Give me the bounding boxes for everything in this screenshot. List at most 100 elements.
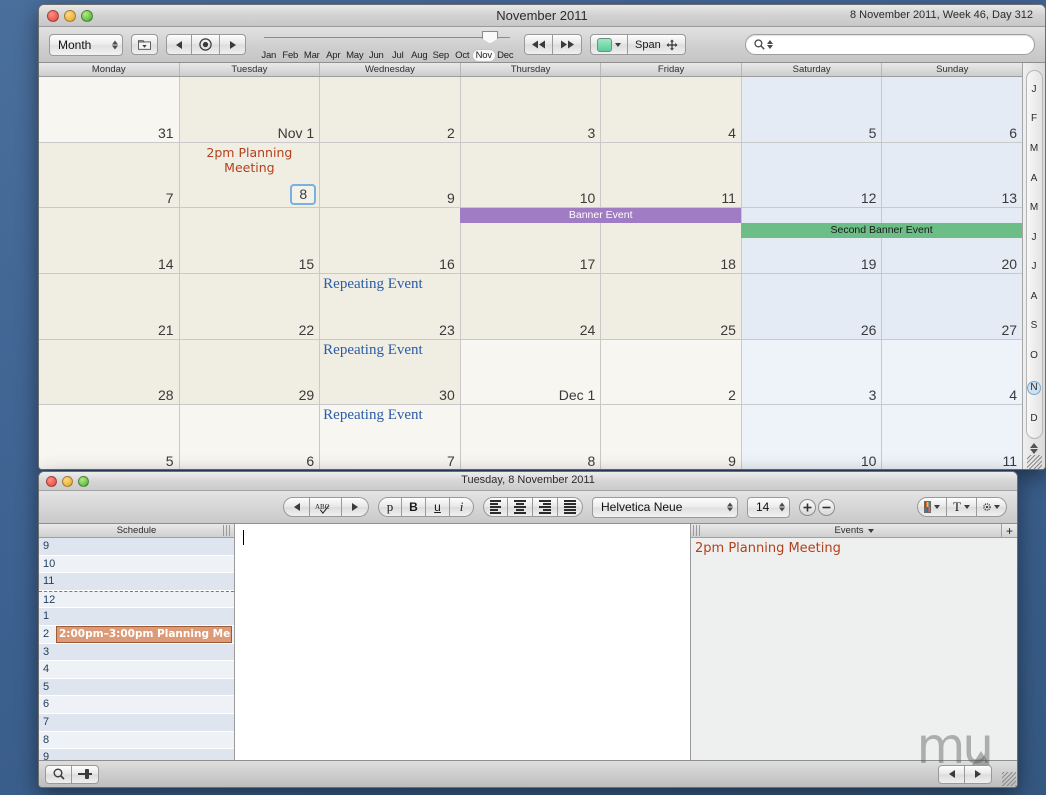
calendar-folder-button[interactable] xyxy=(131,34,158,55)
calendar-day-cell[interactable]: 2 xyxy=(600,339,741,405)
banner-event[interactable]: Second Banner Event xyxy=(741,223,1022,239)
schedule-hour-row[interactable]: 8 xyxy=(39,731,234,750)
calendar-day-cell[interactable]: 20 xyxy=(881,208,1023,274)
fast-forward-button[interactable] xyxy=(553,34,582,55)
calendar-day-cell[interactable]: 8 xyxy=(459,405,601,469)
calendar-resize-grip[interactable] xyxy=(1026,455,1042,469)
schedule-hour-row[interactable]: 9 xyxy=(39,538,234,556)
month-scroll-bar[interactable]: J F M A M J J A S O N D xyxy=(1022,63,1045,469)
calendar-day-cell[interactable]: 12 xyxy=(740,142,882,208)
schedule-hour-row[interactable]: 2 2:00pm–3:00pm Planning Meetin xyxy=(39,625,234,644)
calendar-day-cell[interactable]: 29 xyxy=(178,339,320,405)
statusbar-search-button[interactable] xyxy=(45,764,72,784)
search-field[interactable] xyxy=(745,34,1035,55)
settings-button[interactable] xyxy=(977,497,1007,517)
schedule-hour-row[interactable]: 7 xyxy=(39,713,234,732)
schedule-hour-row[interactable]: 12 xyxy=(39,590,234,609)
scroll-down-icon[interactable] xyxy=(1030,449,1038,454)
plain-style-button[interactable]: p xyxy=(378,497,402,517)
calendar-day-cell[interactable]: 10 xyxy=(740,405,882,469)
spell-previous-button[interactable] xyxy=(283,497,310,517)
span-button[interactable]: Span xyxy=(628,34,686,55)
month-letter-11[interactable]: D xyxy=(1027,414,1041,424)
underline-button[interactable]: u xyxy=(426,497,450,517)
calendar-day-cell[interactable]: 7 xyxy=(39,142,179,208)
calendar-day-cell[interactable]: 2pm Planning Meeting 8 xyxy=(178,142,320,208)
calendar-day-cell[interactable]: 5 xyxy=(39,405,179,469)
calendar-day-cell[interactable]: 16 xyxy=(319,208,460,274)
calendar-day-cell[interactable]: 24 xyxy=(459,274,601,339)
text-options-button[interactable]: T xyxy=(947,497,977,517)
schedule-event-block[interactable]: 2:00pm–3:00pm Planning Meetin xyxy=(56,625,232,643)
schedule-pane-resize-grip[interactable] xyxy=(223,525,232,536)
scrubber-month-mar[interactable]: Mar xyxy=(301,50,323,61)
calendar-event[interactable]: Repeating Event xyxy=(320,342,460,359)
previous-period-button[interactable] xyxy=(166,34,192,55)
events-list[interactable]: 2pm Planning Meeting xyxy=(691,538,1017,760)
month-letter-6[interactable]: J xyxy=(1027,262,1041,272)
view-mode-popup[interactable]: Month xyxy=(49,33,123,56)
statusbar-filter-button[interactable] xyxy=(72,764,99,784)
calendar-day-cell[interactable]: 9 xyxy=(600,405,741,469)
calendar-day-cell[interactable]: 14 xyxy=(39,208,179,274)
increase-font-button[interactable] xyxy=(799,498,817,516)
calendar-day-cell[interactable]: 11 xyxy=(600,142,741,208)
calendar-day-cell[interactable]: 5 xyxy=(740,77,882,142)
month-letter-4[interactable]: M xyxy=(1027,203,1041,213)
previous-day-button[interactable] xyxy=(938,764,965,784)
calendar-day-cell[interactable]: Dec 1 xyxy=(459,339,601,405)
next-period-button[interactable] xyxy=(220,34,246,55)
calendar-day-cell[interactable]: 13 xyxy=(881,142,1023,208)
align-right-button[interactable] xyxy=(533,497,558,517)
calendar-day-cell[interactable]: 6 xyxy=(178,405,320,469)
calendar-event[interactable]: Repeating Event xyxy=(320,276,460,293)
scroll-arrows[interactable] xyxy=(1030,443,1038,454)
chevron-down-icon[interactable] xyxy=(867,528,874,533)
schedule-hour-row[interactable]: 10 xyxy=(39,555,234,574)
calendar-day-cell[interactable]: 19 xyxy=(740,208,882,274)
scrubber-month-apr[interactable]: Apr xyxy=(323,50,345,61)
schedule-hour-row[interactable]: 11 xyxy=(39,573,234,591)
schedule-hour-row[interactable]: 4 xyxy=(39,661,234,679)
font-family-popup[interactable]: Helvetica Neue xyxy=(592,496,738,518)
month-letter-8[interactable]: S xyxy=(1027,321,1041,331)
calendar-day-cell[interactable]: 3 xyxy=(740,339,882,405)
rewind-button[interactable] xyxy=(524,34,553,55)
month-letter-9[interactable]: O xyxy=(1027,350,1041,361)
decrease-font-button[interactable] xyxy=(818,498,836,516)
event-color-button[interactable] xyxy=(590,34,628,55)
search-scope-stepper[interactable] xyxy=(767,40,773,49)
calendar-day-cell[interactable]: Nov 1 xyxy=(178,77,320,142)
scrubber-month-nov[interactable]: Nov xyxy=(473,49,495,61)
italic-button[interactable]: i xyxy=(450,497,474,517)
calendar-day-cell[interactable]: Repeating Event 30 xyxy=(319,339,460,405)
month-letter-5[interactable]: J xyxy=(1027,232,1041,243)
month-letter-7[interactable]: A xyxy=(1027,291,1041,302)
scrubber-month-feb[interactable]: Feb xyxy=(280,50,302,61)
scrubber-month-jul[interactable]: Jul xyxy=(387,50,409,61)
month-letter-track[interactable]: J F M A M J J A S O N D xyxy=(1025,70,1043,439)
scrubber-month-may[interactable]: May xyxy=(344,50,366,61)
spellcheck-button[interactable]: ABC xyxy=(310,497,342,517)
calendar-day-cell[interactable]: 3 xyxy=(459,77,601,142)
schedule-hour-row[interactable]: 3 xyxy=(39,643,234,662)
scrubber-month-sep[interactable]: Sep xyxy=(430,50,452,61)
month-letter-1[interactable]: F xyxy=(1027,114,1041,124)
calendar-day-cell[interactable]: 22 xyxy=(178,274,320,339)
calendar-day-cell[interactable]: 31 xyxy=(39,77,179,142)
calendar-day-cell[interactable]: 11 xyxy=(881,405,1023,469)
calendar-day-cell[interactable]: 15 xyxy=(178,208,320,274)
month-scrubber[interactable]: Jan Feb Mar Apr May Jun Jul Aug Sep Oct Nov Dec xyxy=(258,28,516,62)
calendar-event[interactable]: 2pm Planning Meeting xyxy=(180,145,320,175)
calendar-day-cell[interactable]: 4 xyxy=(881,339,1023,405)
editor-resize-grip[interactable] xyxy=(1002,772,1016,786)
calendar-day-cell[interactable]: 25 xyxy=(600,274,741,339)
add-event-button[interactable]: + xyxy=(1001,524,1017,537)
today-button[interactable] xyxy=(192,34,220,55)
align-center-button[interactable] xyxy=(508,497,533,517)
banner-event[interactable]: Banner Event xyxy=(460,208,742,224)
month-letter-2[interactable]: M xyxy=(1027,143,1041,154)
scroll-up-icon[interactable] xyxy=(1030,443,1038,448)
events-pane-resize-grip[interactable] xyxy=(693,525,702,536)
schedule-hour-row[interactable]: 1 xyxy=(39,608,234,626)
